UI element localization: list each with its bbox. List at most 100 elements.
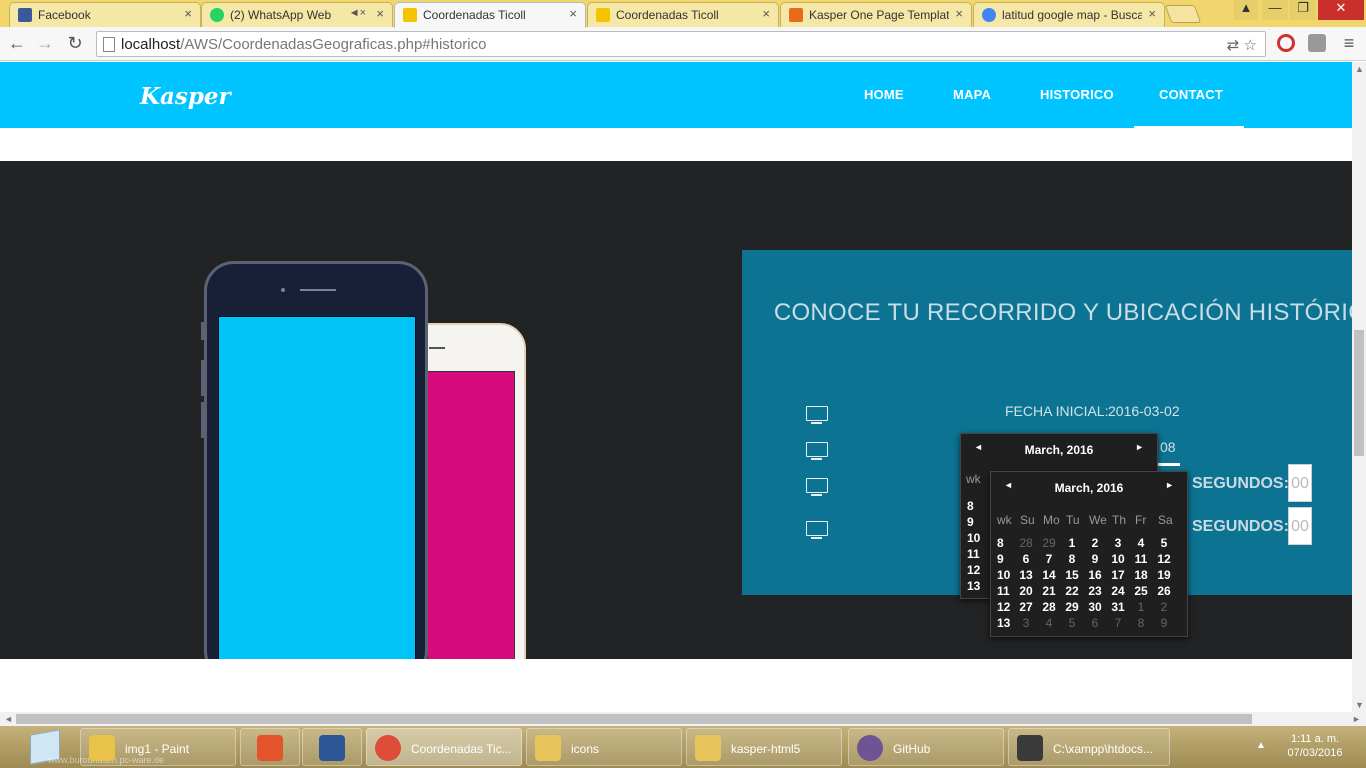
calendar-day[interactable]: 11: [1130, 552, 1152, 566]
calendar-day[interactable]: 4: [1130, 536, 1152, 550]
close-icon[interactable]: ×: [1148, 6, 1156, 21]
calendar-day[interactable]: 12: [1153, 552, 1175, 566]
tab-coordenadas-active[interactable]: Coordenadas Ticoll ×: [394, 2, 586, 28]
calendar-day[interactable]: 2: [1153, 600, 1175, 614]
taskbar-sublime[interactable]: C:\xampp\htdocs...: [1008, 728, 1170, 766]
tab-facebook[interactable]: Facebook ×: [9, 2, 201, 27]
nav-mapa[interactable]: MAPA: [953, 87, 991, 102]
calendar-day[interactable]: 22: [1061, 584, 1083, 598]
calendar-day[interactable]: 8: [1061, 552, 1083, 566]
taskbar-matlab[interactable]: [240, 728, 300, 766]
calendar-day[interactable]: 20: [1015, 584, 1037, 598]
calendar-day[interactable]: 7: [1107, 616, 1129, 630]
forward-arrow-icon[interactable]: →: [34, 33, 56, 54]
calendar-day[interactable]: 5: [1153, 536, 1175, 550]
fecha-inicial-value[interactable]: 2016-03-02: [1108, 403, 1180, 419]
calendar-day[interactable]: 24: [1107, 584, 1129, 598]
vertical-scrollbar[interactable]: ▲ ▼: [1352, 62, 1366, 712]
calendar-day[interactable]: 8: [1130, 616, 1152, 630]
taskbar-chrome[interactable]: Coordenadas Tic...: [366, 728, 522, 766]
calendar-day[interactable]: 13: [1015, 568, 1037, 582]
close-icon[interactable]: ×: [955, 6, 963, 21]
calendar-day[interactable]: 19: [1153, 568, 1175, 582]
calendar-day[interactable]: 7: [1038, 552, 1060, 566]
tab-kasper-template[interactable]: Kasper One Page Template ×: [780, 2, 972, 27]
taskbar-word[interactable]: [302, 728, 362, 766]
tab-coordenadas-2[interactable]: Coordenadas Ticoll ×: [587, 2, 779, 27]
system-clock[interactable]: 1:11 a. m. 07/03/2016: [1270, 732, 1360, 760]
menu-icon[interactable]: ≡: [1338, 33, 1360, 54]
next-month-icon[interactable]: ►: [1165, 480, 1174, 490]
taskbar-paint[interactable]: img1 - Paint: [80, 728, 236, 766]
calendar-day[interactable]: 9: [1084, 552, 1106, 566]
calendar-day[interactable]: 29: [1061, 600, 1083, 614]
calendar-day[interactable]: 21: [1038, 584, 1060, 598]
nav-contact[interactable]: CONTACT: [1159, 87, 1223, 102]
bookmark-star-icon[interactable]: ☆: [1244, 37, 1257, 54]
calendar-day[interactable]: 25: [1130, 584, 1152, 598]
taskbar-kasper-folder[interactable]: kasper-html5: [686, 728, 842, 766]
calendar-day[interactable]: 5: [1061, 616, 1083, 630]
back-arrow-icon[interactable]: ←: [6, 33, 28, 54]
scrollbar-thumb[interactable]: [1354, 330, 1364, 456]
calendar-day[interactable]: 31: [1107, 600, 1129, 614]
tab-google-search[interactable]: latitud google map - Busca ×: [973, 2, 1165, 27]
phone-camera: [281, 288, 285, 292]
user-profile-icon[interactable]: ▲: [1234, 0, 1258, 20]
calendar-day[interactable]: 29: [1038, 536, 1060, 550]
address-bar[interactable]: localhost/AWS/CoordenadasGeograficas.php…: [96, 31, 1266, 57]
scrollbar-thumb[interactable]: [16, 714, 1252, 724]
new-tab-button[interactable]: [1164, 5, 1202, 23]
taskbar-github[interactable]: GitHub: [848, 728, 1004, 766]
close-icon[interactable]: ×: [376, 6, 384, 21]
calendar-day[interactable]: 28: [1015, 536, 1037, 550]
tab-whatsapp[interactable]: (2) WhatsApp Web ◄× ×: [201, 2, 393, 27]
extension-icon[interactable]: [1308, 34, 1326, 52]
minimize-window-button[interactable]: —: [1262, 0, 1288, 20]
calendar-day[interactable]: 27: [1015, 600, 1037, 614]
scroll-left-icon[interactable]: ◄: [4, 714, 13, 724]
opera-extension-icon[interactable]: [1277, 34, 1295, 52]
calendar-day[interactable]: 30: [1084, 600, 1106, 614]
nav-historico[interactable]: HISTORICO: [1040, 87, 1114, 102]
calendar-day[interactable]: 3: [1107, 536, 1129, 550]
close-icon[interactable]: ×: [184, 6, 192, 21]
close-icon[interactable]: ×: [762, 6, 770, 21]
calendar-day[interactable]: 23: [1084, 584, 1106, 598]
segundos-input[interactable]: 00: [1288, 464, 1312, 502]
speaker-mute-icon[interactable]: ◄×: [349, 7, 366, 19]
horizontal-scrollbar[interactable]: ◄ ►: [0, 712, 1366, 726]
site-logo[interactable]: Kasper: [140, 83, 231, 110]
taskbar-icons-folder[interactable]: icons: [526, 728, 682, 766]
scroll-up-icon[interactable]: ▲: [1355, 64, 1364, 74]
next-month-icon[interactable]: ►: [1135, 442, 1144, 452]
calendar-day[interactable]: 10: [1107, 552, 1129, 566]
calendar-day[interactable]: 6: [1015, 552, 1037, 566]
calendar-day[interactable]: 14: [1038, 568, 1060, 582]
translate-icon[interactable]: ⇄ ☆: [1227, 36, 1257, 54]
close-icon[interactable]: ×: [569, 6, 577, 21]
calendar-day[interactable]: 28: [1038, 600, 1060, 614]
calendar-day[interactable]: 6: [1084, 616, 1106, 630]
calendar-day[interactable]: 16: [1084, 568, 1106, 582]
calendar-day[interactable]: 1: [1130, 600, 1152, 614]
calendar-day[interactable]: 9: [1153, 616, 1175, 630]
scroll-right-icon[interactable]: ►: [1352, 714, 1361, 724]
scroll-down-icon[interactable]: ▼: [1355, 700, 1364, 710]
calendar-day[interactable]: 4: [1038, 616, 1060, 630]
close-window-button[interactable]: ✕: [1318, 0, 1364, 20]
calendar-day[interactable]: 15: [1061, 568, 1083, 582]
maximize-window-button[interactable]: ❐: [1290, 0, 1316, 20]
calendar-day[interactable]: 18: [1130, 568, 1152, 582]
tray-arrow-icon[interactable]: ▲: [1256, 740, 1266, 751]
calendar-day[interactable]: 26: [1153, 584, 1175, 598]
reload-icon[interactable]: ↻: [64, 33, 86, 54]
url-text[interactable]: localhost/AWS/CoordenadasGeograficas.php…: [121, 36, 486, 53]
calendar-day[interactable]: 1: [1061, 536, 1083, 550]
fecha-final-value[interactable]: 08: [1160, 439, 1176, 455]
calendar-day[interactable]: 3: [1015, 616, 1037, 630]
segundos-input[interactable]: 00: [1288, 507, 1312, 545]
calendar-day[interactable]: 17: [1107, 568, 1129, 582]
nav-home[interactable]: HOME: [864, 87, 904, 102]
calendar-day[interactable]: 2: [1084, 536, 1106, 550]
